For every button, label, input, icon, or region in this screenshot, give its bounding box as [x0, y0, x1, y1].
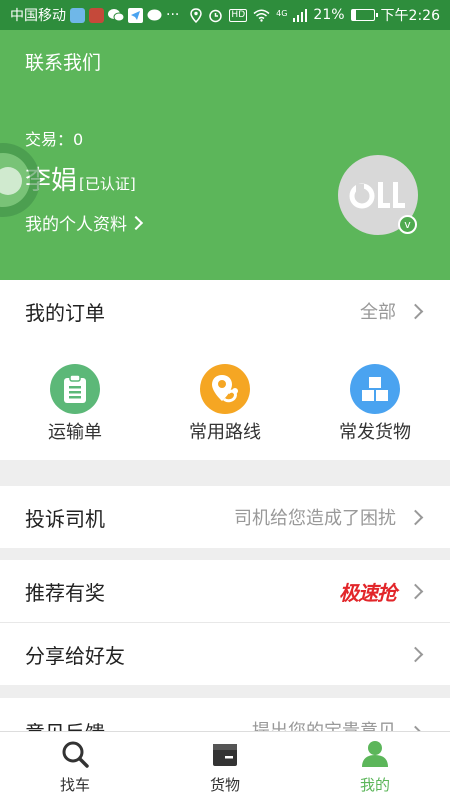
nav-label: 找车	[59, 776, 90, 794]
share-friends-row[interactable]: 分享给好友	[0, 623, 450, 685]
clock: 下午2:26	[380, 8, 440, 24]
search-icon	[62, 741, 89, 768]
share-friends-title: 分享给好友	[25, 643, 125, 668]
app-notification-icon	[89, 7, 104, 23]
chevron-right-icon	[407, 303, 424, 319]
message-icon	[147, 9, 162, 20]
battery-icon	[350, 9, 378, 21]
bottom-navigation: 找车 货物 我的	[0, 731, 450, 800]
wifi-icon	[253, 9, 270, 22]
referral-reward-title: 推荐有奖	[25, 580, 105, 605]
referral-reward-row[interactable]: 推荐有奖 极速抢	[0, 560, 450, 622]
shortcut-routes[interactable]: 常用路线	[170, 364, 280, 444]
all-orders-label: 全部	[360, 302, 396, 323]
promo-logo: 极速抢	[339, 580, 397, 605]
profile-header: 联系我们 交易：0 李娟 [已认证] 我的个人资料 v	[0, 30, 450, 280]
shortcut-label: 常发货物	[339, 422, 411, 443]
carrier-name: 中国移动	[10, 8, 66, 24]
my-orders-row[interactable]: 我的订单 全部	[0, 280, 450, 342]
more-icon: ···	[166, 7, 180, 23]
row-right	[407, 646, 425, 662]
floating-assist-button[interactable]	[0, 143, 40, 217]
row-right: 极速抢	[339, 577, 425, 606]
telegram-icon	[128, 7, 143, 23]
my-profile-link[interactable]: 我的个人资料	[25, 210, 144, 235]
trade-count-value: 0	[73, 130, 84, 149]
status-right: HD 4G 21% 下午2:26	[190, 5, 440, 25]
alarm-icon	[209, 9, 223, 22]
row-right: 司机给您造成了困扰	[234, 504, 425, 530]
my-orders-title: 我的订单	[25, 300, 105, 325]
shortcut-icon-bg	[50, 364, 100, 414]
shortcut-icon-bg	[350, 364, 400, 414]
nav-label: 货物	[209, 776, 240, 794]
route-pin-icon	[212, 375, 238, 403]
hd-badge: HD	[229, 8, 248, 22]
complain-driver-hint: 司机给您造成了困扰	[234, 508, 396, 529]
clipboard-icon	[64, 374, 86, 403]
nav-cargo[interactable]: 货物	[150, 732, 300, 800]
all-orders-link[interactable]: 全部	[360, 298, 425, 324]
complain-driver-title: 投诉司机	[25, 506, 105, 531]
nav-label: 我的	[359, 776, 390, 794]
wechat-icon	[108, 9, 124, 22]
signal-icon	[293, 8, 308, 22]
shortcut-icon-bg	[200, 364, 250, 414]
cargo-box-icon	[213, 744, 237, 766]
chevron-right-icon	[407, 646, 424, 662]
location-icon	[190, 7, 203, 23]
my-profile-label: 我的个人资料	[25, 215, 127, 235]
battery-percent: 21%	[313, 7, 345, 23]
trade-count: 交易：0	[25, 126, 83, 150]
user-name-row: 李娟 [已认证]	[25, 160, 136, 197]
shortcut-label: 运输单	[48, 422, 102, 443]
network-type: 4G	[276, 9, 288, 18]
verified-badge: [已认证]	[79, 175, 136, 193]
status-left: 中国移动 ···	[10, 5, 179, 25]
person-icon	[362, 741, 388, 767]
shortcut-waybill[interactable]: 运输单	[20, 364, 130, 444]
app-notification-icon	[70, 7, 85, 23]
chevron-right-icon	[407, 583, 424, 599]
boxes-icon	[362, 377, 388, 401]
vip-badge: v	[398, 215, 417, 234]
status-bar: 中国移动 ··· HD 4G 21% 下午2:26	[0, 0, 450, 30]
nav-mine[interactable]: 我的	[300, 732, 450, 800]
order-shortcuts: 运输单 常用路线 常发货物	[0, 342, 450, 460]
nav-find-truck[interactable]: 找车	[0, 732, 150, 800]
complain-driver-row[interactable]: 投诉司机 司机给您造成了困扰	[0, 486, 450, 548]
default-avatar-icon	[349, 182, 405, 209]
chevron-right-icon	[407, 509, 424, 525]
shortcut-label: 常用路线	[189, 422, 261, 443]
shortcut-frequent-cargo[interactable]: 常发货物	[320, 364, 430, 444]
trade-count-label: 交易：	[25, 130, 74, 149]
contact-us-link[interactable]: 联系我们	[25, 48, 101, 75]
chevron-right-icon	[128, 215, 144, 230]
